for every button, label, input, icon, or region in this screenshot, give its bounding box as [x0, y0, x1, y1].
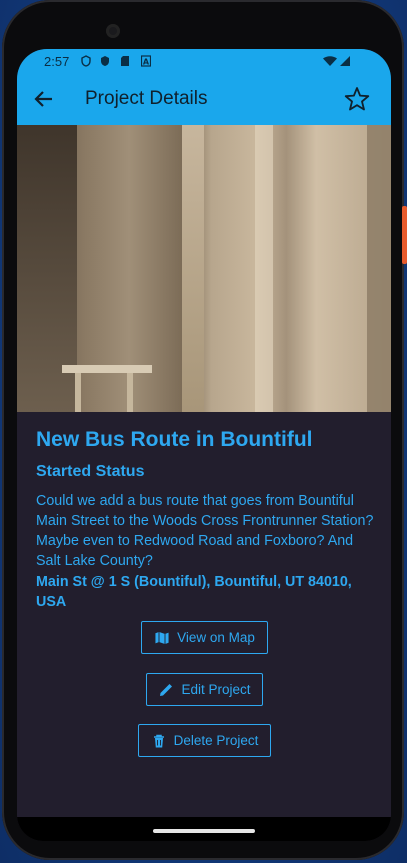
front-camera: [106, 24, 120, 38]
project-address: Main St @ 1 S (Bountiful), Bountiful, UT…: [36, 574, 352, 610]
pencil-icon: [160, 683, 173, 696]
edit-project-label: Edit Project: [181, 682, 251, 697]
signal-icon: [339, 55, 351, 67]
home-handle[interactable]: [153, 829, 255, 833]
status-time: 2:57: [44, 54, 70, 69]
gesture-nav-bar: [17, 817, 391, 841]
page-title: Project Details: [85, 88, 208, 109]
delete-project-button[interactable]: Delete Project: [138, 724, 271, 757]
star-outline-icon[interactable]: [344, 86, 370, 112]
shield-icon: [81, 55, 91, 67]
arrow-back-icon[interactable]: [33, 88, 55, 110]
edit-project-button[interactable]: Edit Project: [146, 673, 263, 706]
shield-icon: [100, 55, 110, 67]
project-image: [17, 125, 391, 412]
phone-frame: 2:57 A Project Details New Bus Route in …: [2, 0, 407, 860]
trash-icon: [153, 734, 164, 747]
status-bar: 2:57 A: [17, 49, 391, 75]
font-icon: A: [140, 55, 152, 67]
screen: 2:57 A Project Details New Bus Route in …: [17, 49, 391, 841]
power-button: [402, 206, 407, 264]
view-on-map-button[interactable]: View on Map: [141, 621, 268, 654]
app-bar: Project Details: [17, 75, 391, 125]
map-icon: [154, 630, 170, 645]
delete-project-label: Delete Project: [173, 733, 259, 748]
project-title: New Bus Route in Bountiful: [36, 428, 313, 451]
sd-card-icon: [120, 55, 130, 67]
view-on-map-label: View on Map: [177, 630, 255, 645]
svg-text:A: A: [143, 58, 150, 67]
project-status: Started Status: [36, 463, 145, 480]
project-description: Could we add a bus route that goes from …: [36, 493, 374, 569]
wifi-icon: [322, 55, 338, 67]
